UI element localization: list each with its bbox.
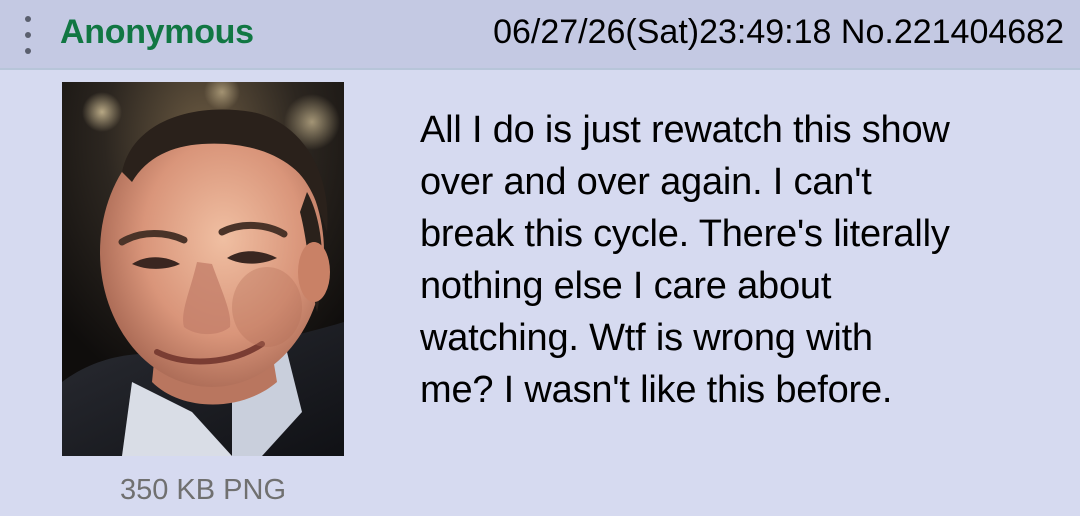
poster-name: Anonymous [60, 13, 254, 51]
post-number[interactable]: No.221404682 [841, 13, 1064, 51]
man-portrait-image [62, 82, 344, 456]
post-comment: All I do is just rewatch this show over … [420, 109, 950, 411]
post-meta: 06/27/26(Sat)23:49:18 No.221404682 [493, 12, 1064, 52]
file-info: 350 KB PNG [119, 474, 287, 506]
post-header: Anonymous 06/27/26(Sat)23:49:18 No.22140… [0, 0, 1080, 70]
more-vertical-icon[interactable] [20, 12, 36, 58]
post-image-thumbnail[interactable] [62, 82, 344, 456]
post-datetime: 06/27/26(Sat)23:49:18 [493, 13, 832, 51]
